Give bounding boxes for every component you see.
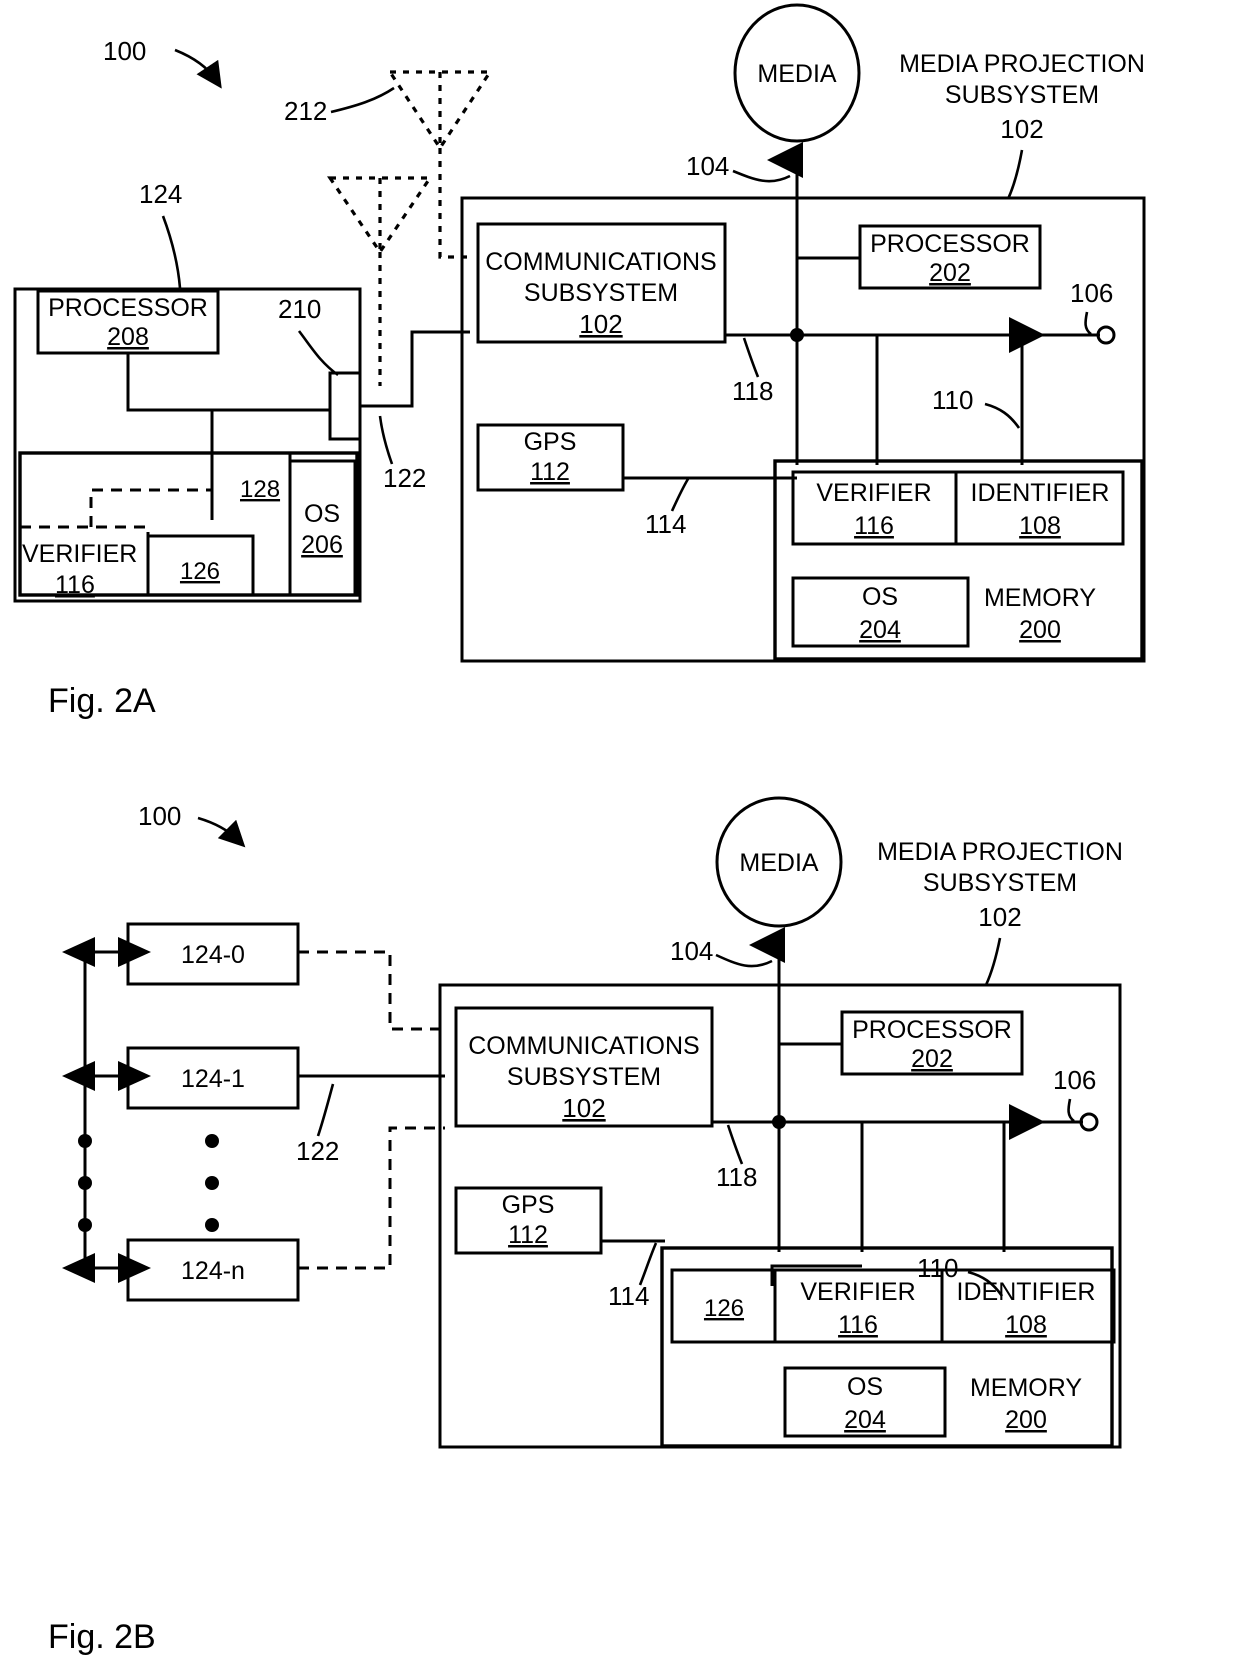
fig2a-memory-ref: 200 xyxy=(1019,616,1061,644)
fig2b-comms-ref: 102 xyxy=(562,1093,605,1123)
fig2a-identifier-label: IDENTIFIER xyxy=(971,479,1110,507)
fig2a-antenna-212-icon xyxy=(387,70,493,259)
fig2a-input-ref: 106 xyxy=(1070,278,1113,308)
fig2a-input-terminal xyxy=(1096,325,1116,345)
fig2a-device-os-label: OS xyxy=(304,500,340,528)
fig2b-gps-ref: 112 xyxy=(508,1221,548,1249)
fig2b-gpslink-ref: 114 xyxy=(608,1281,649,1311)
fig2a-device-verifier-label: VERIFIER xyxy=(22,540,137,568)
fig2a-antenna-ref: 212 xyxy=(284,96,327,126)
fig2a-media-arrow-ref: 104 xyxy=(686,151,729,181)
fig2a-media-label: MEDIA xyxy=(757,60,837,88)
fig2b-os-label: OS xyxy=(847,1373,883,1401)
fig2b-processor-label: PROCESSOR xyxy=(852,1016,1012,1044)
fig2a-bus-ref: 118 xyxy=(732,376,773,406)
fig2b-memory-label: MEMORY xyxy=(970,1374,1082,1402)
fig2a-antenna-port-box xyxy=(328,371,362,441)
fig2b-verifier-ref: 116 xyxy=(838,1311,878,1339)
fig2a-device-processor-ref: 208 xyxy=(107,323,149,351)
fig2b-input-terminal xyxy=(1079,1112,1099,1132)
fig2a-projection-title-2: SUBSYSTEM xyxy=(945,81,1099,109)
fig2a-device-sub-ref: 126 xyxy=(180,558,220,585)
fig2b-os-ref: 204 xyxy=(844,1406,886,1434)
fig2b-processor-ref: 202 xyxy=(911,1045,953,1073)
fig2b-sub-126-ref: 126 xyxy=(704,1295,744,1322)
fig2a-device-ref: 124 xyxy=(139,179,182,209)
fig2b-memory-ref: 200 xyxy=(1005,1406,1047,1434)
fig2a-gps-ref: 112 xyxy=(530,458,570,486)
fig2b-ellipsis-dots xyxy=(78,1134,219,1232)
fig2b-link-124-0 xyxy=(298,950,445,1031)
fig2a-antenna-port-ref: 210 xyxy=(278,294,321,324)
fig2a-comms-label-1: COMMUNICATIONS xyxy=(485,248,716,276)
fig2b-media-arrow-ref: 104 xyxy=(670,936,713,966)
fig2a-device-processor-label: PROCESSOR xyxy=(48,294,208,322)
fig2b-link-122-ref: 122 xyxy=(296,1136,339,1166)
fig2a-caption: Fig. 2A xyxy=(48,682,156,720)
fig2b-comms-label-1: COMMUNICATIONS xyxy=(468,1032,699,1060)
fig2a-processor-label: PROCESSOR xyxy=(870,230,1030,258)
fig2a-comms-ref: 102 xyxy=(579,309,622,339)
fig2a-membus-ref: 110 xyxy=(932,385,973,415)
fig2a-system-ref: 100 xyxy=(103,36,146,66)
fig2b-gps-label: GPS xyxy=(502,1191,555,1219)
fig2b-membus-ref: 110 xyxy=(917,1253,958,1283)
fig2a-comms-label-2: SUBSYSTEM xyxy=(524,279,678,307)
fig2b-caption: Fig. 2B xyxy=(48,1618,156,1656)
fig2a-os-ref: 204 xyxy=(859,616,901,644)
fig2b-media-label: MEDIA xyxy=(739,849,819,877)
fig2a-device-antenna-icon xyxy=(326,176,434,386)
fig2b-device-124-0-label: 124-0 xyxy=(181,941,245,969)
fig2a-device-verifier-ref: 116 xyxy=(55,571,95,599)
fig2b-system-ref: 100 xyxy=(138,801,181,831)
fig2a-device-os-ref: 206 xyxy=(301,531,343,559)
fig2b-projection-title-1: MEDIA PROJECTION xyxy=(877,838,1123,866)
fig2b-identifier-label: IDENTIFIER xyxy=(957,1278,1096,1306)
fig2a-device-mem-ref: 128 xyxy=(240,476,280,503)
fig2a-identifier-ref: 108 xyxy=(1019,512,1061,540)
fig2a-gpslink-ref: 114 xyxy=(645,509,686,539)
fig2a-device-os-box xyxy=(288,459,357,597)
patent-figure-sheet: 100 212 124 PROCESSOR 208 210 122 128 VE… xyxy=(0,0,1240,1678)
fig2a-processor-ref: 202 xyxy=(929,259,971,287)
fig2a-memory-label: MEMORY xyxy=(984,584,1096,612)
fig2a-verifier-label: VERIFIER xyxy=(816,479,931,507)
fig2b-input-ref: 106 xyxy=(1053,1065,1096,1095)
fig2b-verifier-label: VERIFIER xyxy=(800,1278,915,1306)
fig2a-projection-title-1: MEDIA PROJECTION xyxy=(899,50,1145,78)
fig2b-projection-ref: 102 xyxy=(978,902,1021,932)
fig2b-device-124-1-label: 124-1 xyxy=(181,1065,245,1093)
fig2a-verifier-ref: 116 xyxy=(854,512,894,540)
fig2b-bus-ref: 118 xyxy=(716,1162,757,1192)
fig2a-os-label: OS xyxy=(862,583,898,611)
fig2a-projection-ref: 102 xyxy=(1000,114,1043,144)
fig2a-gps-label: GPS xyxy=(524,428,577,456)
fig2b-projection-title-2: SUBSYSTEM xyxy=(923,869,1077,897)
fig2b-comms-label-2: SUBSYSTEM xyxy=(507,1063,661,1091)
fig2b-device-124-n-label: 124-n xyxy=(181,1257,245,1285)
fig2a-link-122-ref: 122 xyxy=(383,463,426,493)
fig2b-identifier-ref: 108 xyxy=(1005,1311,1047,1339)
